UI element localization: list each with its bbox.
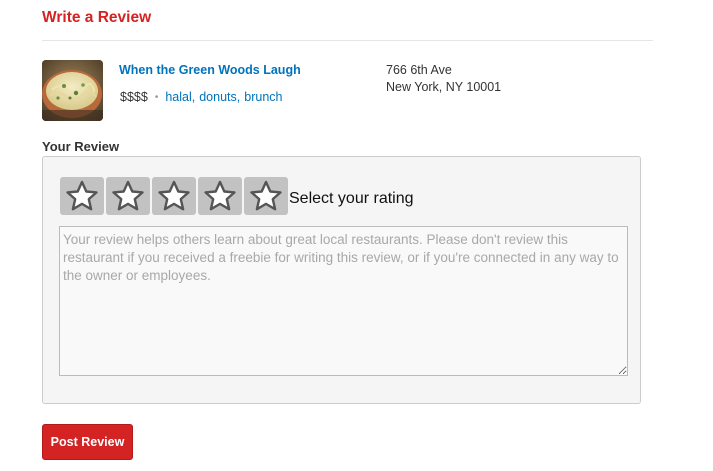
business-address: 766 6th Ave New York, NY 10001	[386, 62, 501, 96]
business-photo	[42, 60, 103, 121]
star-rating-selector	[60, 177, 288, 215]
business-name-link[interactable]: When the Green Woods Laugh	[119, 63, 301, 77]
star-rating-1[interactable]	[60, 177, 104, 215]
category-comma: ,	[236, 90, 241, 104]
write-review-page: Write a Review When the Green Woods Laug…	[0, 0, 713, 471]
review-textarea[interactable]	[59, 226, 628, 376]
address-street: 766 6th Ave	[386, 63, 452, 77]
business-meta: $$$$ • halal, donuts, brunch	[120, 90, 282, 104]
category-link-halal[interactable]: halal	[165, 90, 191, 104]
star-icon	[250, 180, 282, 211]
your-review-label: Your Review	[42, 139, 120, 154]
post-review-button[interactable]: Post Review	[42, 424, 133, 460]
star-icon	[66, 180, 98, 211]
star-icon	[204, 180, 236, 211]
star-rating-2[interactable]	[106, 177, 150, 215]
star-icon	[112, 180, 144, 211]
category-link-donuts[interactable]: donuts	[199, 90, 237, 104]
star-rating-3[interactable]	[152, 177, 196, 215]
price-range: $$$$	[120, 90, 148, 104]
rating-prompt: Select your rating	[289, 190, 414, 207]
star-rating-4[interactable]	[198, 177, 242, 215]
address-city: New York, NY 10001	[386, 80, 502, 94]
title-divider	[42, 40, 653, 41]
food-photo-icon	[42, 60, 103, 121]
star-rating-5[interactable]	[244, 177, 288, 215]
page-title: Write a Review	[42, 9, 152, 26]
category-link-brunch[interactable]: brunch	[244, 90, 282, 104]
star-icon	[158, 180, 190, 211]
meta-separator-dot: •	[154, 91, 159, 103]
review-form-box: Select your rating	[42, 156, 641, 404]
category-comma: ,	[191, 90, 196, 104]
